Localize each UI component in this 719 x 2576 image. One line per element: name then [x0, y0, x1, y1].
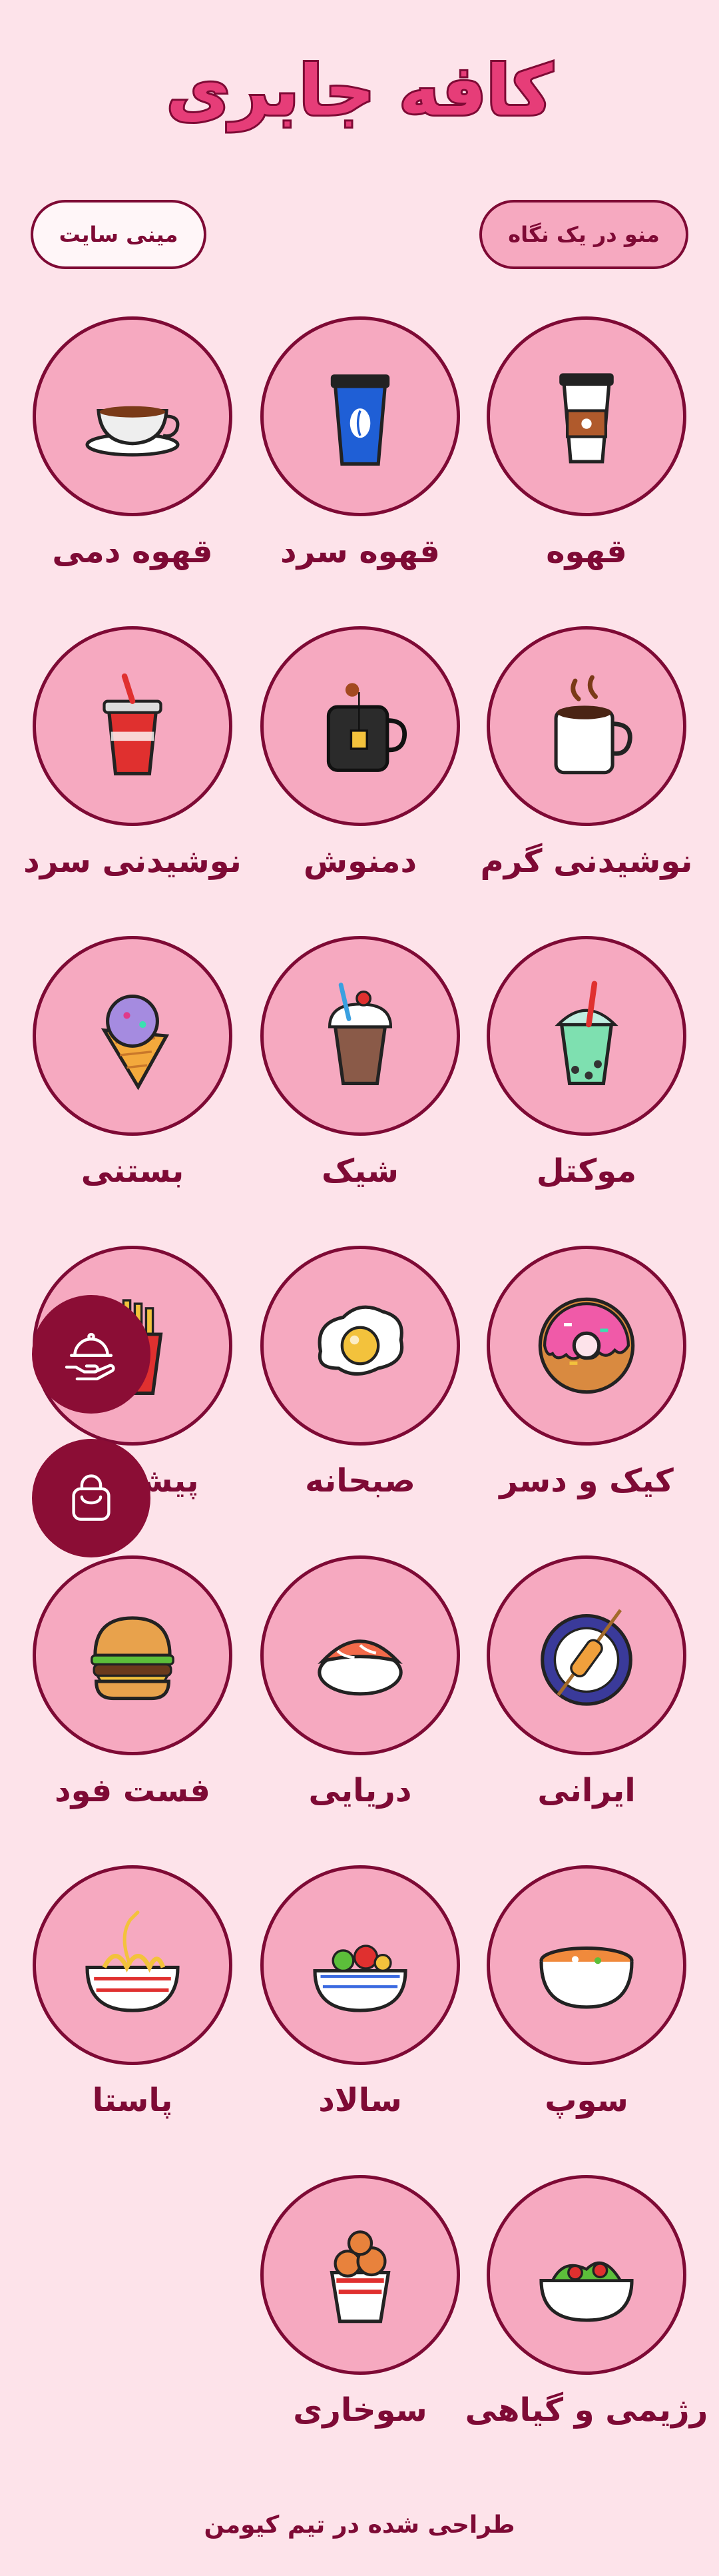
waiter-service-icon: [65, 1332, 115, 1381]
category-label: دمنوش: [303, 843, 417, 880]
menu-glance-button[interactable]: منو در یک نگاه: [479, 200, 688, 269]
category-mocktail[interactable]: موکتل: [487, 936, 686, 1229]
category-circle[interactable]: [260, 1246, 460, 1446]
category-circle[interactable]: [487, 936, 686, 1136]
mini-site-button[interactable]: مینی سایت: [31, 200, 206, 269]
category-donut[interactable]: کیک و دسر: [487, 1246, 686, 1539]
footer-credit: طراحی شده در تیم کیومن: [204, 2511, 515, 2539]
donut-icon: [538, 1297, 635, 1394]
tea-cup-icon: [85, 406, 180, 457]
kebab-rice-icon: [541, 1609, 632, 1706]
category-burger[interactable]: فست فود: [33, 1555, 232, 1849]
category-label: سوخاری: [293, 2391, 427, 2429]
category-circle[interactable]: [33, 626, 232, 826]
category-circle[interactable]: [487, 2175, 686, 2375]
salad-bowl-icon: [313, 1944, 407, 2012]
fried-egg-icon: [318, 1305, 404, 1376]
category-circle[interactable]: [260, 1865, 460, 2065]
category-label: شیک: [322, 1152, 399, 1190]
soup-bowl-icon: [539, 1946, 634, 2009]
category-circle[interactable]: [33, 1865, 232, 2065]
category-label: صبحانه: [305, 1462, 415, 1500]
category-salad-bowl[interactable]: سالاد: [260, 1865, 460, 2158]
category-label: موکتل: [536, 1152, 637, 1190]
category-label: قهوه: [546, 533, 627, 570]
waiter-service-button[interactable]: [32, 1295, 150, 1414]
category-tea-cup[interactable]: قهوه دمی: [33, 316, 232, 610]
category-label: قهوه سرد: [280, 533, 440, 570]
category-label: فست فود: [55, 1772, 210, 1809]
category-fried-chicken[interactable]: سوخاری: [260, 2175, 460, 2468]
sushi-icon: [318, 1639, 403, 1696]
category-label: قهوه دمی: [52, 533, 213, 570]
category-noodles-bowl[interactable]: پاستا: [33, 1865, 232, 2158]
ice-cream-cone-icon: [101, 994, 170, 1090]
noodles-bowl-icon: [85, 1911, 180, 2012]
category-circle[interactable]: [487, 1865, 686, 2065]
category-fried-egg[interactable]: صبحانه: [260, 1246, 460, 1539]
category-kebab-rice[interactable]: ایرانی: [487, 1555, 686, 1849]
shopping-bag-icon: [72, 1474, 111, 1521]
burger-icon: [91, 1616, 174, 1701]
category-circle[interactable]: [260, 1555, 460, 1755]
category-label: رژیمی و گیاهی: [465, 2391, 708, 2429]
category-label: نوشیدنی گرم: [480, 843, 693, 880]
page-title: کافه جابری: [164, 48, 553, 133]
fried-chicken-icon: [330, 2230, 391, 2324]
herbal-tea-mug-icon: [326, 683, 407, 772]
soda-cup-icon: [103, 673, 162, 775]
category-label: پاستا: [92, 2082, 173, 2119]
category-soup-bowl[interactable]: سوپ: [487, 1865, 686, 2158]
category-label: ایرانی: [537, 1772, 636, 1809]
category-milkshake[interactable]: شیک: [260, 936, 460, 1229]
cold-coffee-icon: [330, 374, 390, 466]
category-circle[interactable]: [33, 316, 232, 516]
category-circle[interactable]: [487, 626, 686, 826]
category-label: سالاد: [318, 2082, 402, 2119]
category-soda-cup[interactable]: نوشیدنی سرد: [23, 626, 242, 919]
milkshake-icon: [328, 983, 393, 1085]
category-cold-coffee[interactable]: قهوه سرد: [260, 316, 460, 610]
category-label: بستنی: [81, 1152, 184, 1190]
category-sushi[interactable]: دریایی: [260, 1555, 460, 1849]
category-circle[interactable]: [260, 936, 460, 1136]
coffee-cup-icon: [559, 373, 614, 464]
category-circle[interactable]: [487, 1246, 686, 1446]
category-label: سوپ: [545, 2082, 628, 2119]
category-label: نوشیدنی سرد: [23, 843, 242, 880]
category-veggie-bowl[interactable]: رژیمی و گیاهی: [465, 2175, 708, 2468]
category-circle[interactable]: [487, 1555, 686, 1755]
category-hot-drink-mug[interactable]: نوشیدنی گرم: [481, 626, 692, 919]
category-coffee-cup[interactable]: قهوه: [487, 316, 686, 610]
category-label: کیک و دسر: [499, 1462, 674, 1500]
category-ice-cream-cone[interactable]: بستنی: [33, 936, 232, 1229]
hot-drink-mug-icon: [554, 675, 632, 775]
category-label: دریایی: [308, 1772, 412, 1809]
category-circle[interactable]: [33, 936, 232, 1136]
category-circle[interactable]: [260, 2175, 460, 2375]
shopping-bag-button[interactable]: [32, 1439, 150, 1557]
veggie-bowl-icon: [539, 2261, 634, 2322]
mocktail-icon: [555, 981, 618, 1085]
category-circle[interactable]: [260, 316, 460, 516]
category-circle[interactable]: [260, 626, 460, 826]
category-circle[interactable]: [33, 1555, 232, 1755]
category-herbal-tea-mug[interactable]: دمنوش: [260, 626, 460, 919]
category-circle[interactable]: [487, 316, 686, 516]
